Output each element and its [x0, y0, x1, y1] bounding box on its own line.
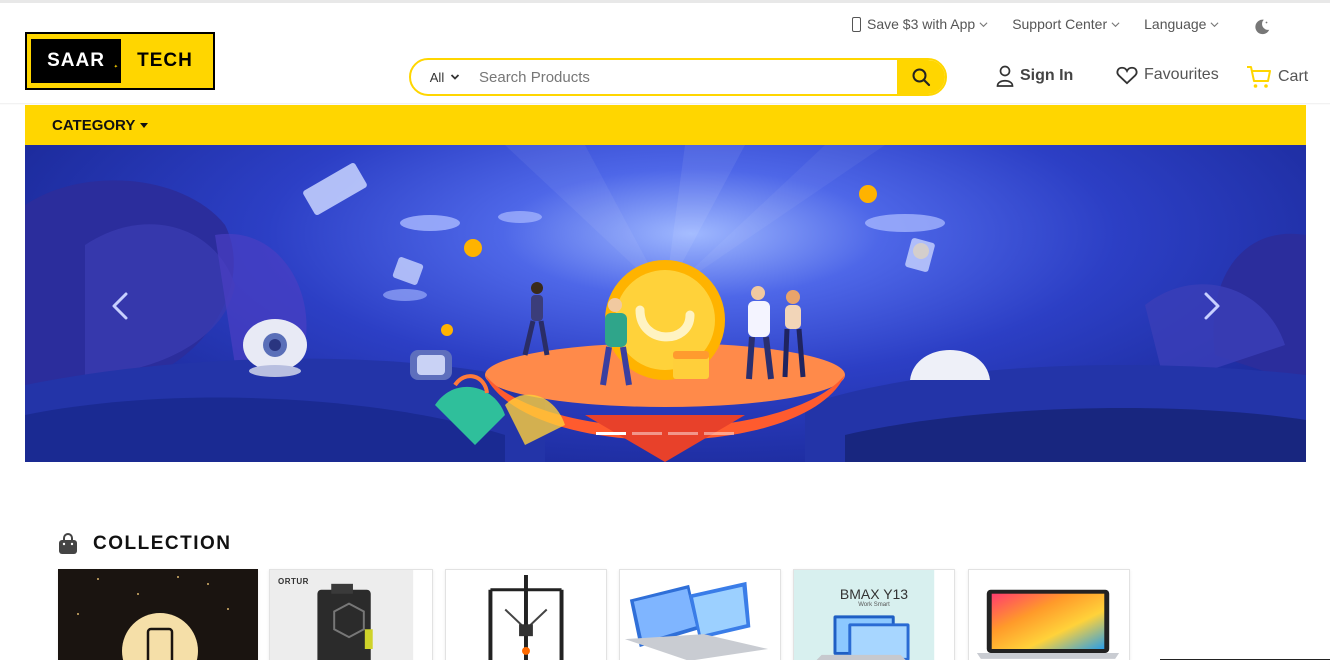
language-selector[interactable]: Language — [1144, 16, 1219, 32]
sign-in-label: Sign In — [1020, 67, 1074, 84]
utility-bar: Save $3 with App Support Center Language — [852, 13, 1219, 35]
search-button[interactable] — [897, 60, 945, 94]
category-dropdown-button[interactable]: CATEGORY — [52, 116, 149, 134]
carousel-dot[interactable] — [632, 432, 662, 435]
chevron-down-icon — [451, 74, 460, 80]
carousel-next-arrow-icon[interactable] — [1198, 291, 1224, 321]
product-card[interactable] — [968, 569, 1130, 660]
logo-left-block: SAAR ✦ — [31, 39, 121, 83]
category-label: CATEGORY — [52, 116, 136, 134]
logo-mark-icon: ✦ — [113, 64, 119, 70]
carousel-dot[interactable] — [596, 432, 626, 435]
support-center-label: Support Center — [1012, 16, 1108, 32]
laptop-image — [969, 570, 1129, 660]
site-logo[interactable]: SAAR ✦ TECH — [25, 32, 215, 90]
carousel-indicators — [596, 432, 734, 435]
app-promo-label: Save $3 with App — [867, 16, 976, 32]
favourites-button[interactable]: Favourites — [1116, 65, 1219, 85]
banner-illustration — [25, 145, 1306, 462]
cart-button[interactable]: Cart — [1246, 65, 1308, 89]
logo-right-text: TECH — [137, 50, 193, 71]
support-center-link[interactable]: Support Center — [1012, 16, 1120, 32]
search-category-label: All — [429, 69, 445, 85]
card-brand-label: BMAX Y13 — [839, 586, 909, 602]
cart-icon — [1247, 66, 1271, 88]
product-card[interactable]: ORTUR — [269, 569, 433, 660]
chevron-down-icon — [1111, 21, 1120, 27]
phone-deal-image — [58, 569, 258, 660]
category-bar: CATEGORY — [25, 105, 1306, 145]
page: Save $3 with App Support Center Language… — [0, 0, 1330, 660]
product-card[interactable] — [445, 569, 607, 660]
hero-banner[interactable] — [25, 145, 1306, 462]
phone-icon — [852, 16, 861, 32]
3d-printer-image — [446, 570, 606, 660]
heart-icon — [1116, 66, 1138, 85]
language-label: Language — [1144, 16, 1207, 32]
app-promo-link[interactable]: Save $3 with App — [852, 16, 988, 32]
search-input[interactable] — [479, 68, 897, 86]
carousel-prev-arrow-icon[interactable] — [108, 291, 134, 321]
card-brand-label: ORTUR — [278, 577, 309, 586]
search-category-select[interactable]: All — [411, 70, 479, 85]
search-icon — [912, 68, 931, 87]
dark-mode-toggle-icon[interactable] — [1253, 18, 1271, 36]
favourites-label: Favourites — [1144, 66, 1219, 83]
convertible-laptop-image — [620, 570, 780, 660]
bmax-laptop-image — [794, 570, 935, 660]
card-tagline: Work Smart — [858, 602, 890, 608]
carousel-dot[interactable] — [704, 432, 734, 435]
chevron-down-icon — [1210, 21, 1219, 27]
shopping-bag-icon — [59, 533, 77, 554]
cart-label: Cart — [1278, 68, 1309, 85]
product-card[interactable] — [58, 569, 258, 660]
user-icon — [996, 65, 1014, 87]
caret-down-icon — [140, 122, 149, 128]
carousel-dot[interactable] — [668, 432, 698, 435]
logo-left-text: SAAR — [47, 50, 105, 71]
product-card[interactable]: BMAX Y13 Work Smart — [793, 569, 955, 660]
collection-title: COLLECTION — [93, 533, 232, 554]
search-bar: All — [409, 58, 947, 96]
product-card[interactable] — [619, 569, 781, 660]
collection-heading: COLLECTION — [57, 533, 232, 555]
chevron-down-icon — [979, 21, 988, 27]
sign-in-button[interactable]: Sign In — [996, 65, 1073, 87]
